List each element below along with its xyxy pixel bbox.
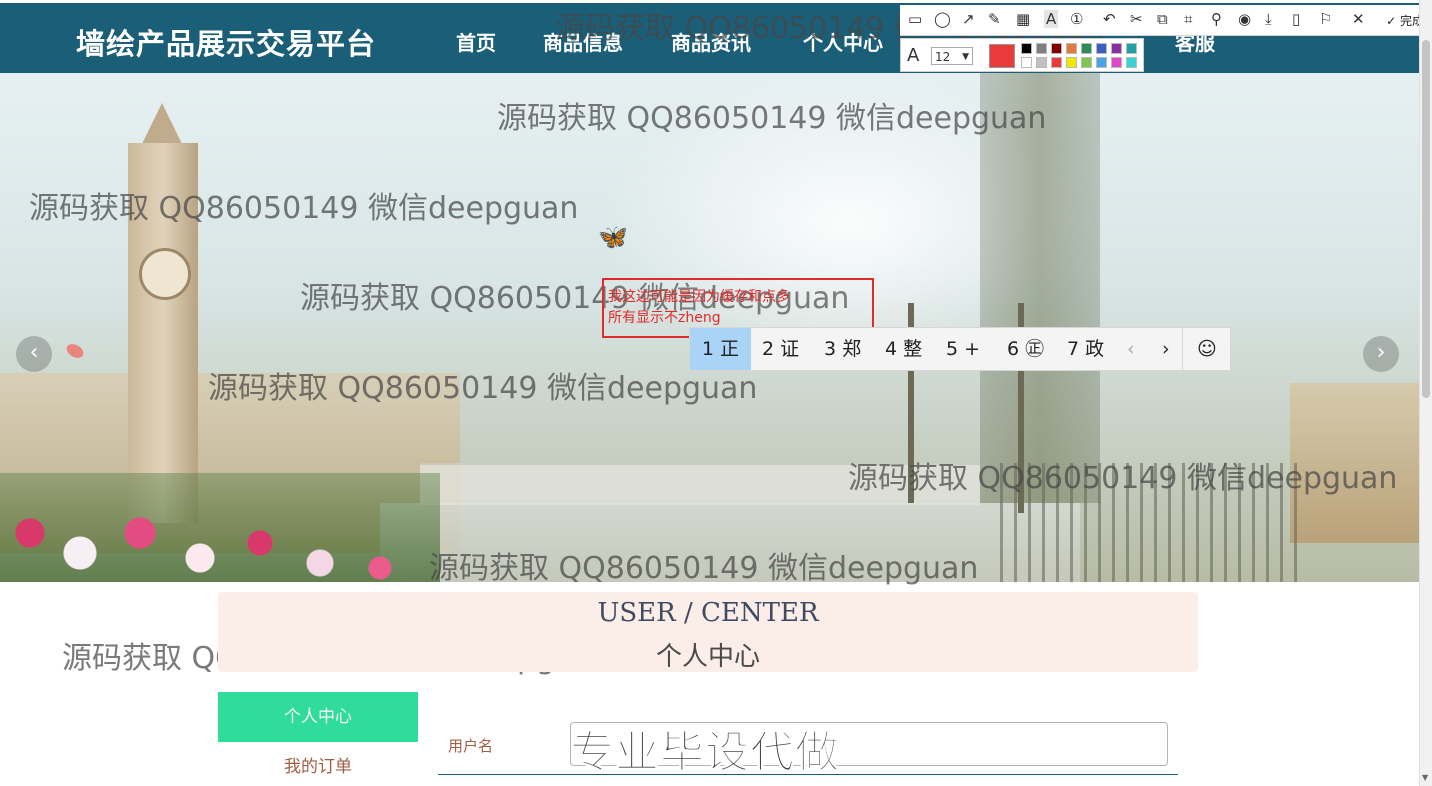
close-icon[interactable]: ✕ — [1352, 10, 1365, 28]
mosaic-icon[interactable]: ▦ — [1016, 10, 1030, 28]
sidebar-item-my-orders[interactable]: 我的订单 — [218, 752, 418, 777]
hero-clock-tower — [128, 143, 198, 523]
petal-icon — [64, 341, 86, 361]
ime-candidate[interactable]: 1 正 — [690, 328, 751, 370]
butterfly-icon: 🦋 — [598, 223, 628, 251]
screenshot-toolbar: ▭ ◯ ↗ ✎ ▦ A ① ↶ ✂ ⧉ ⌗ ⚲ ◉ ⤓ ▯ ⚐ ✕ ✓ 完成 — [900, 5, 1432, 36]
scrollbar-thumb[interactable] — [1422, 40, 1430, 398]
font-size-value: 12 — [935, 50, 951, 64]
carousel-prev-button[interactable]: ‹ — [16, 336, 52, 372]
rectangle-icon[interactable]: ▭ — [908, 10, 922, 28]
site-brand[interactable]: 墙绘产品展示交易平台 — [76, 21, 376, 63]
hero-clock-face — [139, 248, 191, 300]
annotation-line-2: 所有显示不zheng — [608, 310, 721, 326]
text-icon[interactable]: A — [1044, 10, 1059, 28]
emoji-icon[interactable]: ☺ — [1197, 328, 1217, 370]
hero-bridge — [420, 463, 980, 505]
arrow-icon[interactable]: ↗ — [962, 10, 975, 28]
color-swatch[interactable] — [1081, 43, 1092, 54]
pin-icon[interactable]: ⚲ — [1211, 10, 1222, 28]
undo-icon[interactable]: ↶ — [1103, 10, 1116, 28]
chevron-down-icon: ▼ — [962, 52, 969, 62]
ime-candidate-bar: 1 正 2 证 3 郑 4 整 5 + 6 ㊣ 7 政 ‹ › ☺ — [689, 327, 1231, 371]
ime-candidate[interactable]: 2 证 — [762, 328, 799, 370]
nav-home[interactable]: 首页 — [456, 27, 496, 56]
font-size-icon: A — [907, 45, 920, 66]
color-swatch[interactable] — [1036, 43, 1047, 54]
hero-lamp-post — [980, 73, 1100, 503]
user-center-banner: USER / CENTER 个人中心 — [218, 592, 1198, 672]
ime-divider — [1182, 328, 1183, 370]
current-color-swatch[interactable] — [989, 44, 1015, 68]
ime-candidate[interactable]: 5 + — [946, 328, 980, 370]
color-swatch[interactable] — [1066, 57, 1077, 68]
color-swatch[interactable] — [1021, 57, 1032, 68]
ellipse-icon[interactable]: ◯ — [934, 10, 951, 28]
color-swatch[interactable] — [1081, 57, 1092, 68]
nav-user-center[interactable]: 个人中心 — [803, 27, 883, 56]
bookmark-icon[interactable]: ⚐ — [1319, 10, 1332, 28]
color-swatch[interactable] — [1021, 43, 1032, 54]
text-format-panel: A 12 ▼ — [900, 38, 1144, 72]
translate-icon[interactable]: ⧉ — [1157, 10, 1168, 28]
pen-icon[interactable]: ✎ — [988, 10, 1001, 28]
color-swatch[interactable] — [1111, 57, 1122, 68]
font-size-select[interactable]: 12 ▼ — [931, 47, 973, 65]
promo-overlay-text: 专业毕设代做 — [570, 727, 840, 779]
scroll-down-icon[interactable]: ▼ — [1422, 773, 1428, 782]
ime-candidate[interactable]: 3 郑 — [824, 328, 861, 370]
hero-railing — [1000, 463, 1300, 582]
color-swatch[interactable] — [1036, 57, 1047, 68]
color-swatch[interactable] — [1051, 43, 1062, 54]
hero-building-right — [1290, 383, 1419, 543]
color-swatch[interactable] — [1126, 57, 1137, 68]
download-icon[interactable]: ⤓ — [1265, 10, 1272, 28]
color-swatch[interactable] — [1096, 57, 1107, 68]
user-center-title-en: USER / CENTER — [597, 598, 819, 628]
color-swatch[interactable] — [1096, 43, 1107, 54]
ime-next-page-icon[interactable]: › — [1162, 328, 1170, 370]
color-swatch[interactable] — [1051, 57, 1062, 68]
record-icon[interactable]: ◉ — [1238, 10, 1251, 28]
color-swatch[interactable] — [1066, 43, 1077, 54]
annotation-line-1: 我这边可能是因为缓存和点多 — [608, 289, 790, 305]
phone-icon[interactable]: ▯ — [1292, 10, 1300, 28]
ime-candidate[interactable]: 4 整 — [885, 328, 922, 370]
hero-river — [380, 503, 1080, 582]
sidebar-item-user-center[interactable]: 个人中心 — [218, 692, 418, 742]
user-center-title-cn: 个人中心 — [655, 642, 760, 672]
ime-candidate[interactable]: 6 ㊣ — [1007, 328, 1044, 370]
nav-products[interactable]: 商品信息 — [543, 27, 623, 56]
hero-flowers — [0, 473, 440, 582]
ime-candidate[interactable]: 7 政 — [1067, 328, 1104, 370]
ime-prev-page-icon[interactable]: ‹ — [1127, 328, 1135, 370]
username-label: 用户名 — [448, 737, 494, 755]
hero-tower-spire — [140, 103, 184, 148]
carousel-next-button[interactable]: › — [1363, 336, 1399, 372]
ocr-icon[interactable]: ⌗ — [1184, 10, 1192, 28]
color-swatch[interactable] — [1126, 43, 1137, 54]
cut-icon[interactable]: ✂ — [1130, 10, 1143, 28]
number-icon[interactable]: ① — [1070, 10, 1083, 28]
color-swatch[interactable] — [1111, 43, 1122, 54]
page-scrollbar[interactable]: ▼ — [1419, 0, 1432, 786]
nav-news[interactable]: 商品资讯 — [671, 27, 751, 56]
annotation-text[interactable]: 我这边可能是因为缓存和点多 所有显示不zheng — [608, 287, 830, 329]
